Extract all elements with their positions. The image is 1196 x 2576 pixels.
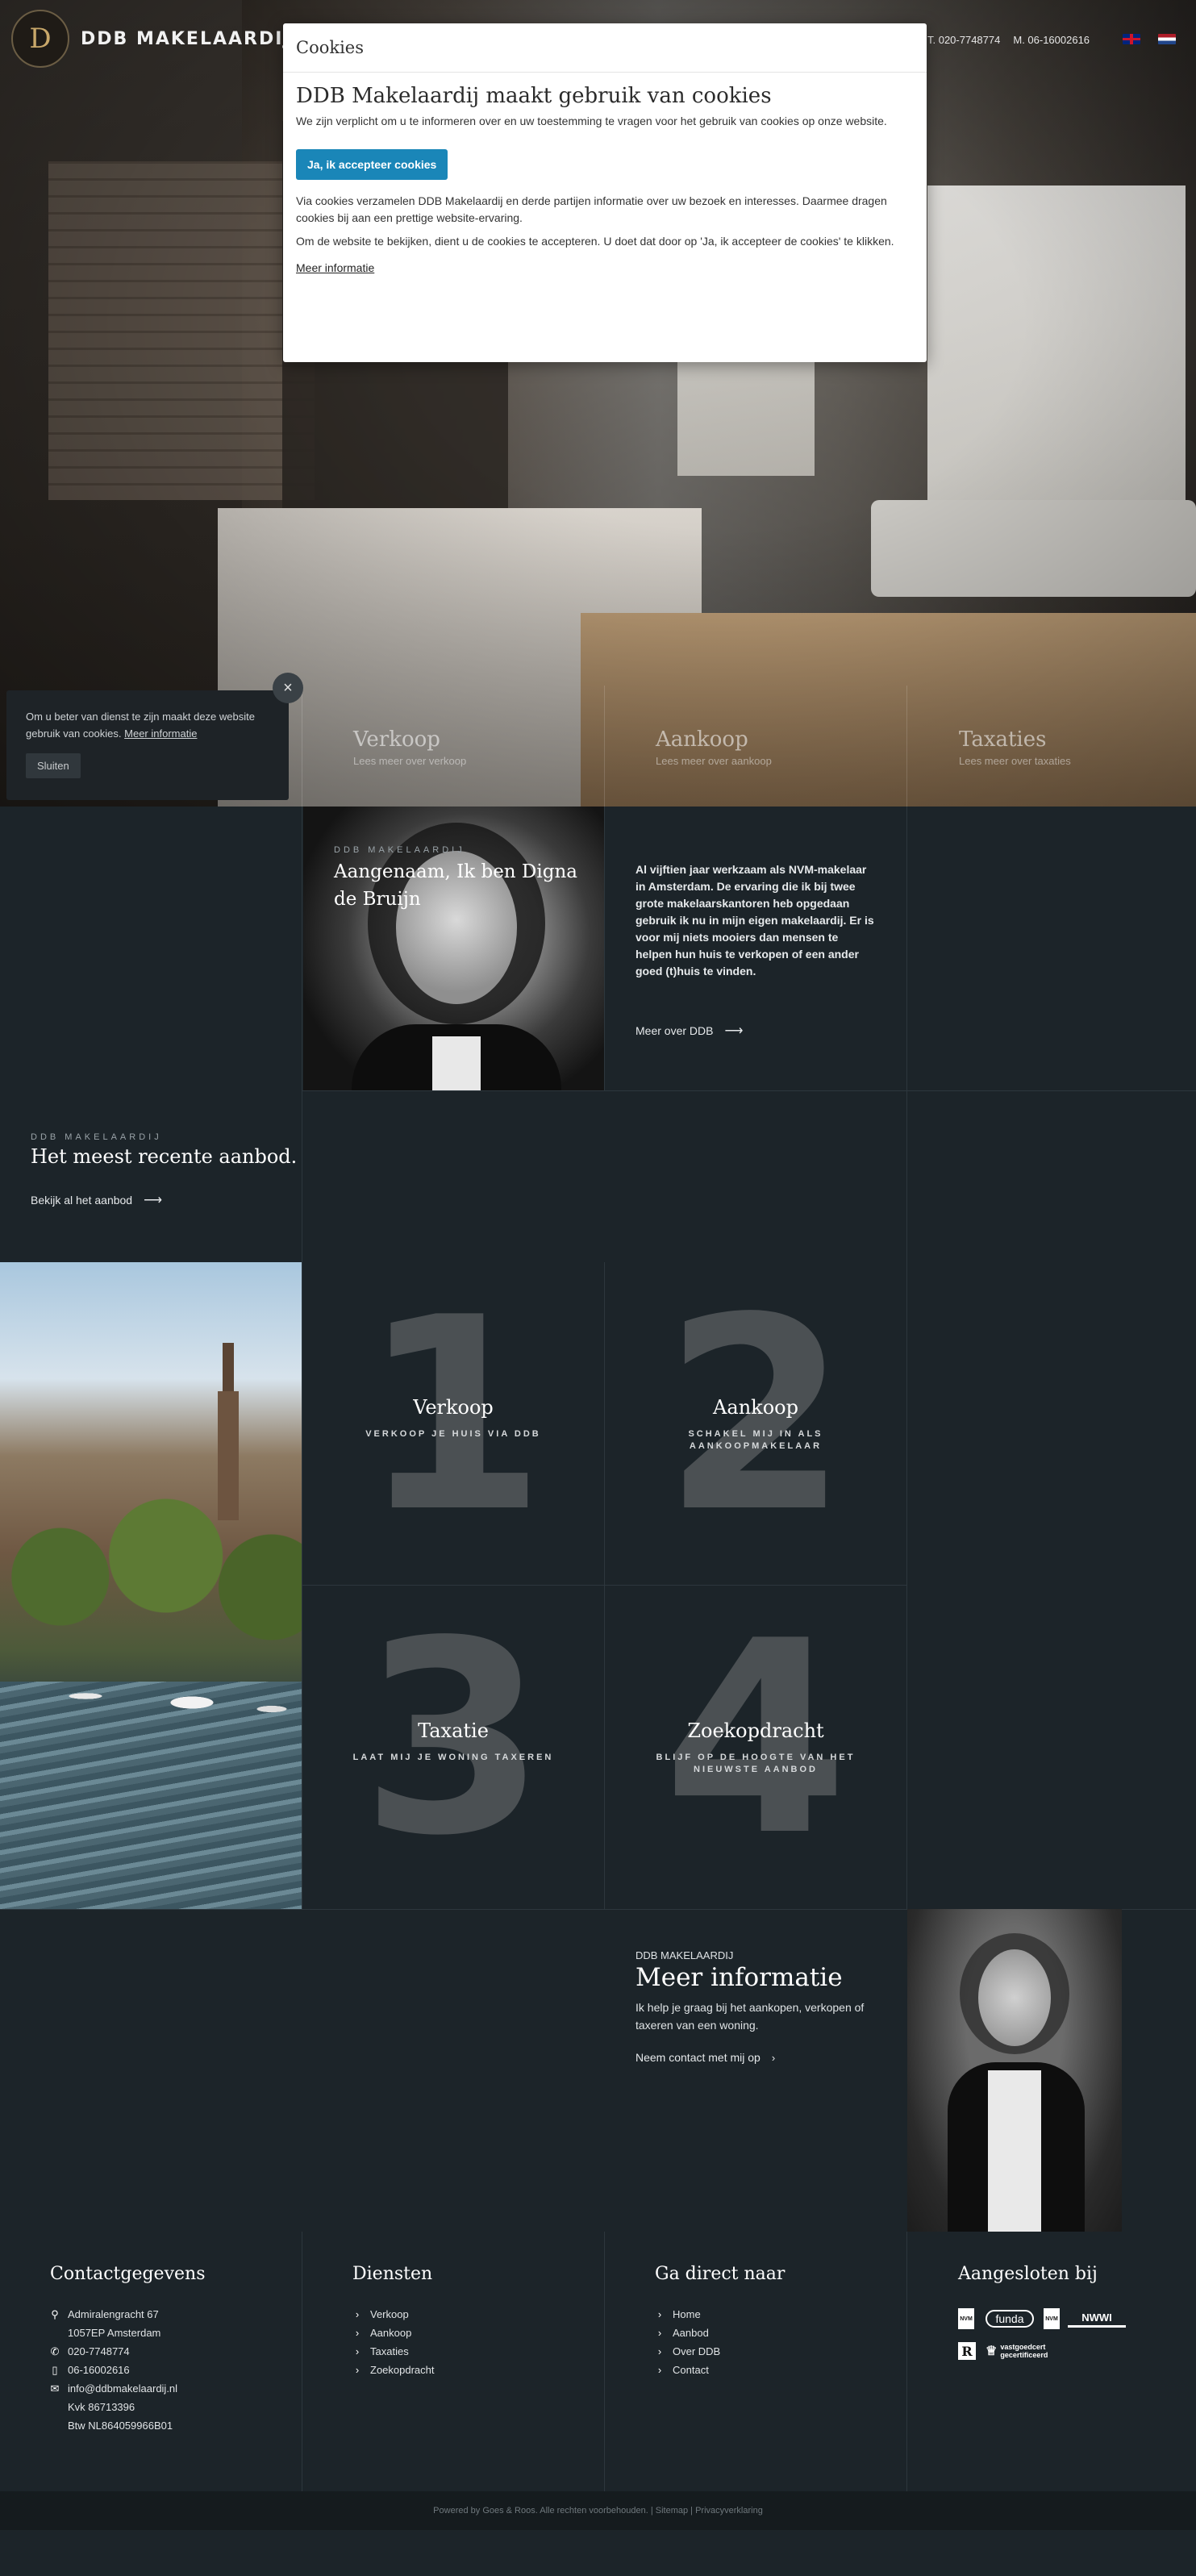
top-contact: T. 020-7748774 M. 06-16002616 [927, 34, 1090, 46]
service-verkoop[interactable]: 1 Verkoop VERKOOP JE HUIS VIA DDB [302, 1262, 604, 1585]
close-icon[interactable]: × [273, 673, 303, 703]
top-mobile[interactable]: M. 06-16002616 [1013, 34, 1090, 46]
cookie-modal-intro: We zijn verplicht om u te informeren ove… [296, 115, 887, 127]
nvm-logo[interactable]: NVM [958, 2308, 974, 2329]
service-zoekopdracht[interactable]: 4 Zoekopdracht BLIJF OP DE HOOGTE VAN HE… [605, 1586, 906, 1908]
cookie-notice-link[interactable]: Meer informatie [124, 727, 197, 740]
chevron-right-icon: › [355, 2364, 360, 2376]
intro-text: Al vijftien jaar werkzaam als NVM-makela… [636, 863, 874, 977]
footer-mobile-link[interactable]: 06-16002616 [68, 2361, 130, 2379]
cookie-more-info-link[interactable]: Meer informatie [296, 261, 374, 274]
chevron-right-icon: › [771, 2051, 776, 2064]
accept-cookies-button[interactable]: Ja, ik accepteer cookies [296, 149, 448, 180]
intro-kicker: DDB MAKELAARDIJ [334, 845, 465, 855]
chevron-right-icon: › [355, 2308, 360, 2320]
crown-icon: ♕ [986, 2345, 998, 2358]
hero-link-aankoop[interactable]: Aankoop Lees meer over aankoop [656, 727, 898, 767]
vastgoedcert-logo[interactable]: ♕ vastgoedcert gecertificeerd [986, 2342, 1074, 2360]
envelope-icon: ✉ [50, 2382, 60, 2395]
cookie-modal-text: Via cookies verzamelen DDB Makelaardij e… [296, 194, 887, 224]
register-logo[interactable]: R [958, 2342, 976, 2360]
footer-heading: Contactgegevens [50, 2264, 206, 2284]
chevron-right-icon: › [657, 2327, 662, 2339]
more-info-kicker: DDB MAKELAARDIJ [636, 1949, 734, 1961]
footer-heading: Aangesloten bij [958, 2264, 1098, 2284]
footer-phone-link[interactable]: 020-7748774 [68, 2342, 130, 2361]
footer-heading: Ga direct naar [655, 2264, 786, 2284]
copyright-text[interactable]: Powered by Goes & Roos. Alle rechten voo… [433, 2506, 763, 2516]
intro-title: Aangenaam, Ik ben Digna de Bruijn [334, 861, 577, 910]
service-subtitle: VERKOOP JE HUIS VIA DDB [365, 1429, 541, 1439]
site-logo[interactable]: D DDB MAKELAARDIJ [11, 10, 292, 68]
cookie-modal-title: DDB Makelaardij maakt gebruik van cookie… [296, 84, 772, 108]
arrow-right-icon: ⟶ [144, 1194, 163, 1207]
service-title: Aankoop [713, 1396, 798, 1419]
nvm-logo[interactable]: NVM [1044, 2308, 1060, 2329]
footer-link[interactable]: › Home [655, 2305, 785, 2324]
footer-link[interactable]: › Verkoop [352, 2305, 435, 2324]
chevron-right-icon: › [657, 2364, 662, 2376]
footer-link[interactable]: › Over DDB [655, 2342, 785, 2361]
language-switcher [1123, 34, 1176, 44]
footer-services: Diensten › Verkoop › Aankoop › Taxaties › Zo… [352, 2264, 435, 2379]
footer-contact: Contactgegevens ⚲ Admiralengracht 67 1057… [50, 2264, 206, 2432]
logo-emblem: D [11, 10, 69, 68]
membership-logos: NVM funda NVM NWWI R ♕ vastgoedcert gece… [958, 2308, 1168, 2381]
cookie-notice-close-button[interactable]: Sluiten [26, 753, 81, 778]
chevron-right-icon: › [355, 2345, 360, 2357]
service-title: Zoekopdracht [687, 1719, 824, 1742]
view-offer-link[interactable]: Bekijk al het aanbod ⟶ [31, 1192, 162, 1208]
nwwi-logo[interactable]: NWWI [1068, 2310, 1126, 2328]
dutch-flag-icon[interactable] [1158, 34, 1176, 44]
service-subtitle: SCHAKEL MIJ IN ALS AANKOOPMAKELAAR [688, 1429, 823, 1451]
service-title: Taxatie [418, 1719, 489, 1742]
top-phone[interactable]: T. 020-7748774 [927, 34, 1000, 46]
service-taxatie[interactable]: 3 Taxatie LAAT MIJ JE WONING TAXEREN [302, 1586, 604, 1908]
cookie-notice: Om u beter van dienst te zijn maakt deze… [6, 690, 289, 800]
copyright-bar: Powered by Goes & Roos. Alle rechten voo… [0, 2491, 1196, 2530]
offer-kicker: DDB MAKELAARDIJ [31, 1132, 162, 1142]
mobile-icon: ▯ [52, 2364, 58, 2376]
chevron-right-icon: › [355, 2327, 360, 2339]
footer-heading: Diensten [352, 2264, 433, 2284]
english-flag-icon[interactable] [1123, 34, 1140, 44]
location-pin-icon: ⚲ [51, 2308, 59, 2320]
portrait-photo-full [907, 1909, 1122, 2232]
cookie-modal: Cookies DDB Makelaardij maakt gebruik va… [283, 23, 927, 362]
service-subtitle: LAAT MIJ JE WONING TAXEREN [352, 1753, 554, 1762]
chevron-right-icon: › [657, 2308, 662, 2320]
chevron-right-icon: › [657, 2345, 662, 2357]
service-subtitle: BLIJF OP DE HOOGTE VAN HET NIEUWSTE AANB… [656, 1753, 856, 1774]
footer-link[interactable]: › Contact [655, 2361, 785, 2379]
service-title: Verkoop [413, 1396, 494, 1419]
phone-icon: ✆ [50, 2345, 60, 2357]
more-info-text: Ik help je graag bij het aankopen, verko… [636, 2001, 865, 2032]
offer-title: Het meest recente aanbod. [31, 1145, 298, 1168]
footer-nav: Ga direct naar › Home › Aanbod › Over DDB ›… [655, 2264, 785, 2379]
more-info-title: Meer informatie [636, 1963, 843, 1992]
footer-link[interactable]: › Aankoop [352, 2324, 435, 2342]
footer-email-link[interactable]: info@ddbmakelaardij.nl [68, 2379, 177, 2398]
service-aankoop[interactable]: 2 Aankoop SCHAKEL MIJ IN ALS AANKOOPMAKE… [605, 1262, 906, 1585]
contact-link[interactable]: Neem contact met mij op › [636, 2051, 775, 2064]
footer-link[interactable]: › Aanbod [655, 2324, 785, 2342]
footer-link[interactable]: › Zoekopdracht [352, 2361, 435, 2379]
footer-memberships: Aangesloten bij [958, 2264, 1098, 2305]
footer-link[interactable]: › Taxaties [352, 2342, 435, 2361]
more-about-ddb-link[interactable]: Meer over DDB ⟶ [636, 1023, 743, 1039]
cookie-modal-header: Cookies [283, 23, 927, 73]
cookie-modal-text: Om de website te bekijken, dient u de co… [296, 235, 894, 248]
funda-logo[interactable]: funda [986, 2310, 1034, 2328]
hero-link-verkoop[interactable]: Verkoop Lees meer over verkoop [353, 727, 595, 767]
hero-link-taxaties[interactable]: Taxaties Lees meer over taxaties [959, 727, 1196, 767]
logo-text: DDB MAKELAARDIJ [81, 28, 292, 49]
arrow-right-icon: ⟶ [724, 1024, 744, 1038]
